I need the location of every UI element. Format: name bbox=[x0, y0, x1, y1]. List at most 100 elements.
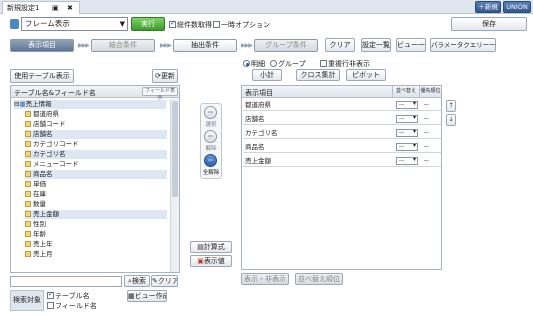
field-label: 売上年 bbox=[33, 240, 53, 248]
field-label: 売上金額 bbox=[33, 210, 59, 218]
field-icon bbox=[25, 171, 31, 177]
clear-search-button[interactable]: ✎クリア bbox=[151, 275, 178, 287]
close-icon[interactable]: ✖ bbox=[67, 2, 73, 14]
table-row[interactable]: 売上金額 --- -- bbox=[243, 156, 441, 167]
temp-option-check[interactable] bbox=[213, 21, 220, 28]
step-join[interactable]: 結合条件 bbox=[91, 39, 155, 52]
arrow-icon: ▶▶▶ bbox=[160, 42, 172, 49]
table-name-check[interactable] bbox=[47, 290, 54, 299]
tree-field[interactable]: 単価 bbox=[25, 180, 46, 189]
group-radio[interactable] bbox=[270, 60, 277, 67]
field-name-check[interactable] bbox=[47, 302, 54, 309]
row-priority: -- bbox=[424, 100, 429, 108]
tree-field[interactable]: 都道府県 bbox=[25, 110, 59, 119]
step-display[interactable]: 表示項目 bbox=[10, 39, 74, 52]
detail-radio[interactable] bbox=[243, 60, 250, 67]
param-query-button[interactable]: パラメータクエリー一覧 bbox=[430, 38, 496, 52]
mode-group-radio[interactable]: グループ bbox=[270, 59, 306, 69]
release-icon[interactable]: ⇦ bbox=[204, 130, 217, 143]
tree-root[interactable]: ⊟▦売上情報 bbox=[14, 100, 166, 109]
temp-option-checkbox[interactable]: 一時オプション bbox=[213, 20, 270, 30]
step-extract[interactable]: 抽出条件 bbox=[173, 39, 237, 52]
pivot-button[interactable]: ピボット bbox=[346, 69, 386, 81]
sort-order-button[interactable]: 並べ替え順位 bbox=[295, 273, 343, 285]
run-button[interactable]: 実行 bbox=[131, 17, 165, 31]
cross-tab-button[interactable]: クロス集計 bbox=[296, 69, 340, 81]
settings-list-button[interactable]: 設定一覧 bbox=[361, 38, 391, 52]
move-down-button[interactable]: ↓ bbox=[446, 114, 456, 126]
sort-select[interactable]: --- bbox=[396, 143, 418, 151]
field-label: 性別 bbox=[33, 220, 46, 228]
field-label: 店舗コード bbox=[33, 120, 66, 128]
field-label: 商品名 bbox=[33, 170, 53, 178]
field-display-button[interactable]: フィールド表示 bbox=[142, 87, 178, 101]
mode-detail-radio[interactable]: 明細 bbox=[243, 59, 265, 69]
view-select[interactable]: フレーム表示 ▼ bbox=[21, 17, 128, 31]
sort-select[interactable]: --- bbox=[396, 157, 418, 165]
search-input[interactable] bbox=[10, 276, 122, 287]
row-priority: -- bbox=[424, 114, 429, 122]
col-priority-header: 優先順位 bbox=[419, 86, 441, 97]
copy-icon[interactable]: ▣ bbox=[52, 2, 59, 14]
hide-duplicates-check[interactable] bbox=[320, 60, 327, 67]
used-tables-button[interactable]: 使用テーブル表示 bbox=[10, 69, 74, 83]
sort-select[interactable]: --- bbox=[396, 129, 418, 137]
release-all-icon[interactable]: ⇦ bbox=[204, 154, 217, 167]
move-up-button[interactable]: ↑ bbox=[446, 100, 456, 112]
subtotal-button[interactable]: 小計 bbox=[252, 69, 282, 81]
tree-header: テーブル名&フィールド名 フィールド表示 bbox=[11, 86, 179, 101]
tree-field[interactable]: カテゴリ名 bbox=[25, 150, 167, 159]
table-name-label: テーブル名 bbox=[55, 292, 90, 300]
tree-field[interactable]: 売上金額 bbox=[25, 210, 167, 219]
hide-duplicates[interactable]: 重複行非表示 bbox=[320, 59, 370, 69]
step-group[interactable]: グループ条件 bbox=[254, 39, 318, 52]
view-list-button[interactable]: ビュー一覧 bbox=[396, 38, 426, 52]
tree-root-label: 売上情報 bbox=[25, 100, 52, 108]
sort-select[interactable]: --- bbox=[396, 101, 418, 109]
tree-field[interactable]: 年齢 bbox=[25, 230, 46, 239]
refresh-button[interactable]: ⟳更新 bbox=[152, 69, 178, 83]
display-value-label: 表示値 bbox=[203, 257, 225, 265]
table-row[interactable]: 都道府県 --- -- bbox=[243, 100, 441, 111]
release-all-label: 全解除 bbox=[202, 170, 220, 176]
field-label: 年齢 bbox=[33, 230, 46, 238]
tree-field[interactable]: 売上月 bbox=[25, 250, 53, 259]
search-button[interactable]: ⌕検索 bbox=[124, 275, 150, 287]
clear-button[interactable]: クリア bbox=[325, 38, 355, 52]
table-row[interactable]: 店舗名 --- -- bbox=[243, 114, 441, 125]
tree-field[interactable]: 商品名 bbox=[25, 170, 167, 179]
view-create-label: ビュー作成 bbox=[134, 292, 167, 300]
tab-new-settings[interactable]: 新規設定1 ▣ ✖ bbox=[2, 1, 80, 14]
field-name-label: フィールド名 bbox=[55, 302, 97, 310]
field-label: 店舗名 bbox=[33, 130, 53, 138]
search-table-name[interactable]: テーブル名 bbox=[47, 290, 90, 301]
tree-field[interactable]: 売上年 bbox=[25, 240, 53, 249]
tree-field[interactable]: 性別 bbox=[25, 220, 46, 229]
scrollbar-thumb[interactable] bbox=[172, 101, 178, 197]
arrow-up-icon: ↑ bbox=[448, 102, 454, 109]
tree-header-label: テーブル名&フィールド名 bbox=[14, 89, 96, 97]
tree-scrollbar[interactable] bbox=[170, 99, 179, 272]
display-value-button[interactable]: ▣表示値 bbox=[190, 255, 232, 267]
search-field-name[interactable]: フィールド名 bbox=[47, 301, 97, 311]
table-row[interactable]: カテゴリ名 --- -- bbox=[243, 128, 441, 139]
tree-field[interactable]: メニューコード bbox=[25, 160, 79, 169]
tree-field[interactable]: 在庫 bbox=[25, 190, 46, 199]
select-icon[interactable]: ⇨ bbox=[204, 106, 217, 119]
total-count-checkbox[interactable]: 総件数取得 bbox=[169, 19, 212, 30]
save-button[interactable]: 保存 bbox=[451, 17, 527, 31]
tree-field[interactable]: 数量 bbox=[25, 200, 46, 209]
tree-field[interactable]: 店舗名 bbox=[25, 130, 167, 139]
union-button[interactable]: UNION bbox=[503, 1, 531, 13]
sort-select[interactable]: --- bbox=[396, 115, 418, 123]
calc-button[interactable]: ▤計算式 bbox=[190, 241, 232, 253]
tree-field[interactable]: 店舗コード bbox=[25, 120, 66, 129]
total-count-check[interactable] bbox=[169, 19, 176, 28]
show-hide-button[interactable]: 表示・非表示 bbox=[241, 273, 289, 285]
release-label: 解除 bbox=[205, 146, 217, 152]
table-row[interactable]: 商品名 --- -- bbox=[243, 142, 441, 153]
tree-field[interactable]: カテゴリコード bbox=[25, 140, 79, 149]
new-button[interactable]: ＋新規 bbox=[475, 1, 501, 13]
row-item: 都道府県 bbox=[245, 101, 271, 109]
view-create-button[interactable]: ▦ビュー作成 bbox=[127, 290, 167, 302]
